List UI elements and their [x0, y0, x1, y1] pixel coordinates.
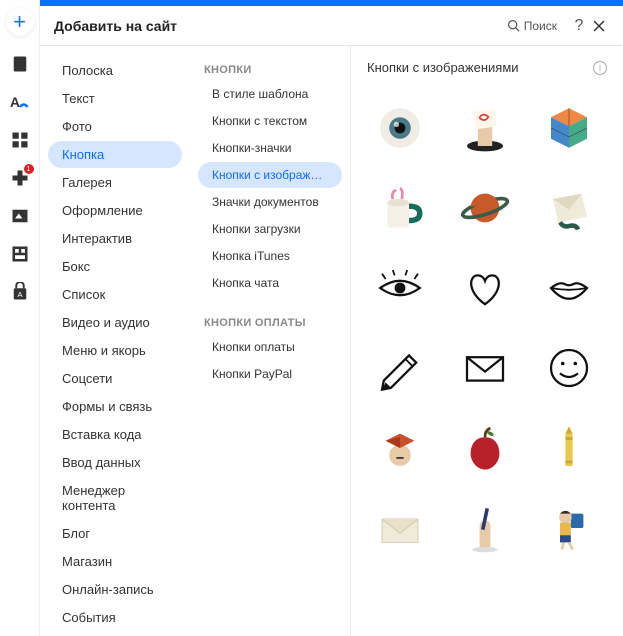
category-item[interactable]: Соцсети	[48, 365, 182, 392]
category-item[interactable]: Онлайн-запись	[48, 576, 182, 603]
category-item[interactable]: Магазин	[48, 548, 182, 575]
apps-badge: 1	[24, 164, 34, 174]
subcategory-item[interactable]: Кнопки с текстом	[198, 108, 342, 134]
svg-text:A: A	[17, 290, 22, 299]
category-item[interactable]: Формы и связь	[48, 393, 182, 420]
category-list: ПолоскаТекстФотоКнопкаГалереяОформлениеИ…	[40, 46, 190, 636]
subcategory-item[interactable]: Кнопки оплаты	[198, 334, 342, 360]
page-icon[interactable]	[10, 54, 30, 74]
close-button[interactable]	[589, 16, 609, 36]
apps-icon[interactable]: 1	[10, 168, 30, 188]
subcategory-heading: КНОПКИ	[190, 58, 350, 80]
search-icon	[507, 19, 520, 32]
subcategory-item[interactable]: Кнопки PayPal	[198, 361, 342, 387]
add-panel: Добавить на сайт Поиск ? ПолоскаТекстФот…	[40, 0, 623, 636]
info-icon[interactable]: i	[593, 61, 607, 75]
add-button[interactable]: +	[6, 8, 34, 36]
thumb-cube[interactable]	[534, 93, 604, 163]
thumb-envelope-3d[interactable]	[534, 173, 604, 243]
search-label: Поиск	[524, 19, 557, 33]
thumb-mug[interactable]	[365, 173, 435, 243]
thumb-smiley-line[interactable]	[534, 333, 604, 403]
category-item[interactable]: Блог	[48, 520, 182, 547]
category-item[interactable]: Менеджер контента	[48, 477, 182, 519]
subcategory-item[interactable]: Кнопка чата	[198, 270, 342, 296]
subcategory-item[interactable]: Значки документов	[198, 189, 342, 215]
category-item[interactable]: Интерактив	[48, 225, 182, 252]
subcategory-item[interactable]: В стиле шаблона	[198, 81, 342, 107]
category-item[interactable]: Видео и аудио	[48, 309, 182, 336]
thumb-eye-line[interactable]	[365, 253, 435, 323]
layout-icon[interactable]	[10, 244, 30, 264]
svg-text:A: A	[10, 95, 20, 110]
category-item[interactable]: Вставка кода	[48, 421, 182, 448]
panel-title: Добавить на сайт	[54, 18, 507, 34]
category-item[interactable]: Галерея	[48, 169, 182, 196]
thumb-book-head[interactable]	[365, 413, 435, 483]
thumb-planet[interactable]	[450, 173, 520, 243]
help-button[interactable]: ?	[569, 16, 589, 36]
subcategory-item[interactable]: Кнопки-значки	[198, 135, 342, 161]
category-item[interactable]: Полоска	[48, 57, 182, 84]
media-icon[interactable]	[10, 206, 30, 226]
thumb-apple[interactable]	[450, 413, 520, 483]
thumb-mail-line[interactable]	[450, 333, 520, 403]
category-item[interactable]: Бокс	[48, 253, 182, 280]
category-item[interactable]: События	[48, 604, 182, 631]
subcategory-item[interactable]: Кнопки загрузки	[198, 216, 342, 242]
search-button[interactable]: Поиск	[507, 19, 557, 33]
subcategory-heading: КНОПКИ ОПЛАТЫ	[190, 311, 350, 333]
thumb-lips-line[interactable]	[534, 253, 604, 323]
preview-header: Кнопки с изображениями i	[351, 46, 623, 85]
category-item[interactable]: Ввод данных	[48, 449, 182, 476]
thumb-schoolgirl[interactable]	[534, 493, 604, 563]
category-item[interactable]: Фото	[48, 113, 182, 140]
preview-title: Кнопки с изображениями	[367, 60, 593, 75]
category-item[interactable]: Кнопка	[48, 141, 182, 168]
thumb-envelope-flat[interactable]	[365, 493, 435, 563]
panel-header: Добавить на сайт Поиск ?	[40, 6, 623, 46]
thumb-crayon[interactable]	[534, 413, 604, 483]
category-item[interactable]: Меню и якорь	[48, 337, 182, 364]
preview-pane: Кнопки с изображениями i	[350, 46, 623, 636]
subcategory-item[interactable]: Кнопки с изображ…	[198, 162, 342, 188]
columns: ПолоскаТекстФотоКнопкаГалереяОформлениеИ…	[40, 46, 623, 636]
thumbnail-grid	[351, 85, 623, 636]
category-item[interactable]: Оформление	[48, 197, 182, 224]
thumb-hand-card[interactable]	[450, 93, 520, 163]
subcategory-item[interactable]: Кнопка iTunes	[198, 243, 342, 269]
left-rail: + A 1 A	[0, 0, 40, 636]
thumb-heart-line[interactable]	[450, 253, 520, 323]
theme-icon[interactable]: A	[10, 92, 30, 112]
category-item[interactable]: Текст	[48, 85, 182, 112]
thumb-eyeball[interactable]	[365, 93, 435, 163]
thumb-hand-pen[interactable]	[450, 493, 520, 563]
category-item[interactable]: Список	[48, 281, 182, 308]
grid-icon[interactable]	[10, 130, 30, 150]
thumb-pencil-line[interactable]	[365, 333, 435, 403]
subcategory-list: КНОПКИВ стиле шаблонаКнопки с текстомКно…	[190, 46, 350, 636]
store-icon[interactable]: A	[10, 282, 30, 302]
